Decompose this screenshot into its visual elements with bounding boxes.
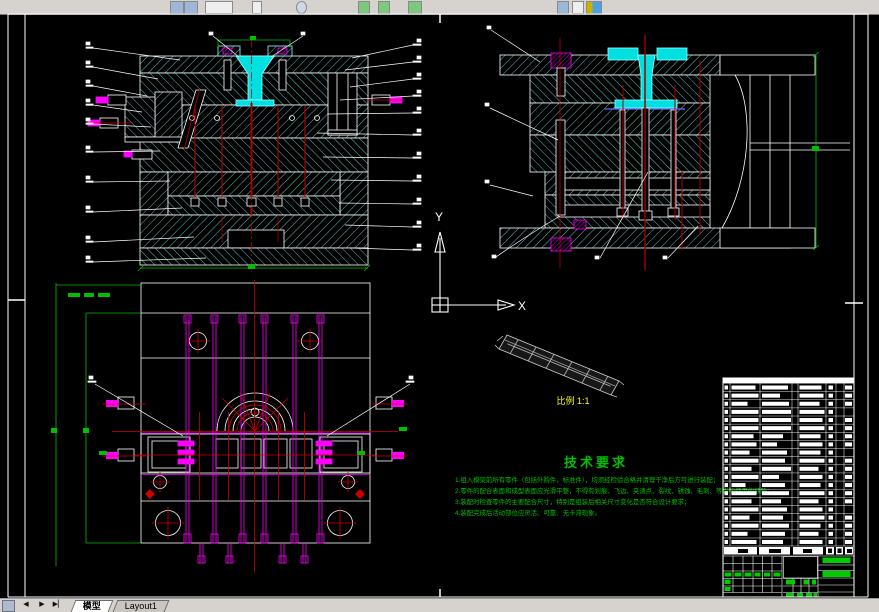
tech-requirement-line: 1.组入模架前所有零件（包括外购件、标准件），均须经检验合格并清理干净后方可进行…: [455, 475, 719, 484]
layout-tabs-icon[interactable]: [2, 599, 15, 612]
tab-nav-prev-button[interactable]: ◀: [19, 600, 33, 611]
layout-tab-bar: ◀ ▶ ▶▏ 模型 Layout1: [0, 598, 879, 612]
tech-requirement-line: 3.装配时检查零件的主要配合尺寸，特别是组装后相关尺寸变化是否符合设计要求；: [455, 497, 690, 506]
layout-tabs: 模型 Layout1: [70, 599, 171, 612]
tab-model-label: 模型: [82, 601, 101, 611]
tech-requirements-title: 技术要求: [564, 455, 628, 470]
ucs-icon: Y X: [431, 210, 526, 313]
bom-header-row: [723, 545, 854, 555]
tab-layout1-label: Layout1: [124, 601, 157, 611]
tech-requirement-line: 4.装配完成后活动部位应灵活、可靠、无卡滞现象。: [455, 508, 601, 517]
dimensions-green: [51, 283, 407, 566]
part-scale-label: 比例 1:1: [556, 395, 589, 406]
autocad-window: Y X 比例 1:1 技术要求 1.组入模架前所有零件（包括外购件、标准件），均…: [0, 0, 879, 612]
tab-nav-next-button[interactable]: ▶: [35, 600, 49, 611]
isometric-part[interactable]: 比例 1:1: [494, 334, 625, 406]
tab-layout1[interactable]: Layout1: [112, 600, 170, 612]
drawing-canvas[interactable]: Y X 比例 1:1 技术要求 1.组入模架前所有零件（包括外购件、标准件），均…: [0, 0, 879, 612]
section-view-side[interactable]: [484, 25, 850, 270]
ucs-x-label: X: [518, 299, 526, 313]
plan-view[interactable]: [51, 280, 415, 572]
tab-nav-last-button[interactable]: ▶▏: [51, 600, 65, 611]
tab-model[interactable]: 模型: [70, 600, 114, 612]
bom-table-rows: [723, 383, 854, 544]
ucs-y-label: Y: [435, 210, 443, 224]
section-view-front[interactable]: [85, 31, 422, 272]
centerlines-red: [105, 280, 405, 572]
mold-plates: [124, 55, 369, 266]
dimension-green: [812, 51, 820, 251]
